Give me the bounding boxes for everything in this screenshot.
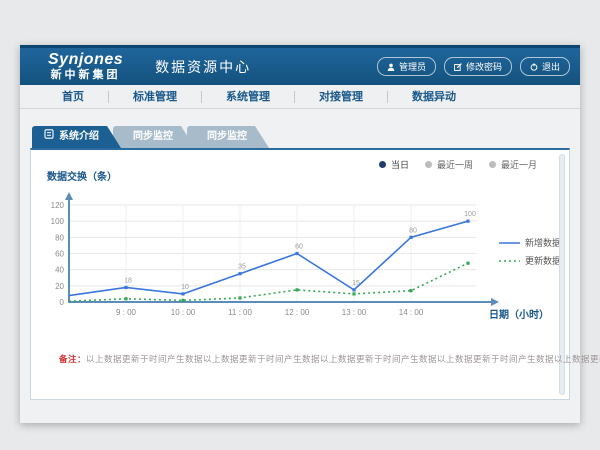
svg-text:新增数据: 新增数据: [525, 237, 561, 248]
logo-text-cn: 新中新集团: [51, 70, 121, 81]
svg-text:11 : 00: 11 : 00: [228, 308, 252, 317]
svg-text:20: 20: [55, 282, 64, 291]
logo: Synjones 新中新集团: [48, 52, 123, 81]
nav-item-home[interactable]: 首页: [38, 85, 108, 109]
logout-button[interactable]: 退出: [520, 57, 570, 76]
change-password-label: 修改密码: [466, 60, 502, 73]
tab-bar: 系统介绍 同步监控 同步监控: [32, 126, 580, 148]
tab-label: 同步监控: [133, 126, 173, 148]
svg-text:9 : 00: 9 : 00: [116, 308, 137, 317]
edit-icon: [454, 63, 462, 71]
svg-text:120: 120: [51, 201, 65, 210]
svg-text:数据交换（条）: 数据交换（条）: [47, 170, 117, 183]
svg-text:13 : 00: 13 : 00: [342, 308, 367, 317]
note-label: 备注：: [59, 354, 86, 364]
page-title: 数据资源中心: [141, 57, 251, 77]
svg-text:60: 60: [295, 244, 303, 251]
svg-text:40: 40: [55, 266, 64, 275]
app-header: Synjones 新中新集团 数据资源中心 管理员 修改密码 退出: [20, 45, 580, 85]
svg-text:60: 60: [55, 250, 64, 259]
logo-text-en: Synjones: [48, 52, 123, 68]
svg-text:日期（小时）: 日期（小时）: [489, 308, 549, 321]
svg-text:10: 10: [181, 284, 189, 291]
svg-text:100: 100: [464, 211, 476, 218]
app-window: Synjones 新中新集团 数据资源中心 管理员 修改密码 退出: [20, 45, 580, 423]
chart-panel: 当日 最近一周 最近一月 0204060801001209 : 0010 : 0…: [30, 148, 570, 400]
note-text: 以上数据更新于时间产生数据以上数据更新于时间产生数据以上数据更新于时间产生数据以…: [86, 354, 600, 364]
nav-item-system-mgmt[interactable]: 系统管理: [202, 85, 294, 109]
svg-text:更新数据: 更新数据: [525, 255, 561, 266]
footer-note: 备注：以上数据更新于时间产生数据以上数据更新于时间产生数据以上数据更新于时间产生…: [59, 353, 600, 365]
line-chart: 0 20 40 60 80 100 120 9 : 00 10 : 00 11 : 00 12 : …: [41, 166, 571, 328]
svg-text:15: 15: [352, 280, 360, 287]
svg-text:80: 80: [409, 227, 417, 234]
tab-sync-monitor-1[interactable]: 同步监控: [113, 126, 195, 148]
header-actions: 管理员 修改密码 退出: [377, 57, 570, 76]
svg-text:18: 18: [124, 277, 132, 284]
tab-system-intro[interactable]: 系统介绍: [32, 126, 121, 148]
svg-text:35: 35: [238, 264, 246, 271]
svg-text:10 : 00: 10 : 00: [171, 308, 196, 317]
nav-item-data-change[interactable]: 数据异动: [388, 85, 480, 109]
user-button-label: 管理员: [399, 60, 426, 73]
document-icon: [44, 126, 54, 148]
svg-text:0: 0: [60, 298, 65, 307]
content-area: 系统介绍 同步监控 同步监控 当日 最近一周: [20, 126, 580, 400]
svg-text:100: 100: [51, 217, 65, 226]
nav-item-integration-mgmt[interactable]: 对接管理: [295, 85, 387, 109]
tab-label: 同步监控: [207, 126, 247, 148]
logout-label: 退出: [542, 60, 560, 73]
svg-text:14 : 00: 14 : 00: [399, 308, 424, 317]
power-icon: [530, 63, 538, 71]
svg-text:12 : 00: 12 : 00: [285, 308, 310, 317]
nav-item-standard-mgmt[interactable]: 标准管理: [109, 85, 201, 109]
svg-text:80: 80: [55, 233, 64, 242]
user-icon: [387, 63, 395, 71]
user-button[interactable]: 管理员: [377, 57, 436, 76]
tab-sync-monitor-2[interactable]: 同步监控: [187, 126, 269, 148]
change-password-button[interactable]: 修改密码: [444, 57, 512, 76]
tab-label: 系统介绍: [59, 126, 99, 148]
nav-bar: 首页 标准管理 系统管理 对接管理 数据异动: [20, 85, 580, 109]
